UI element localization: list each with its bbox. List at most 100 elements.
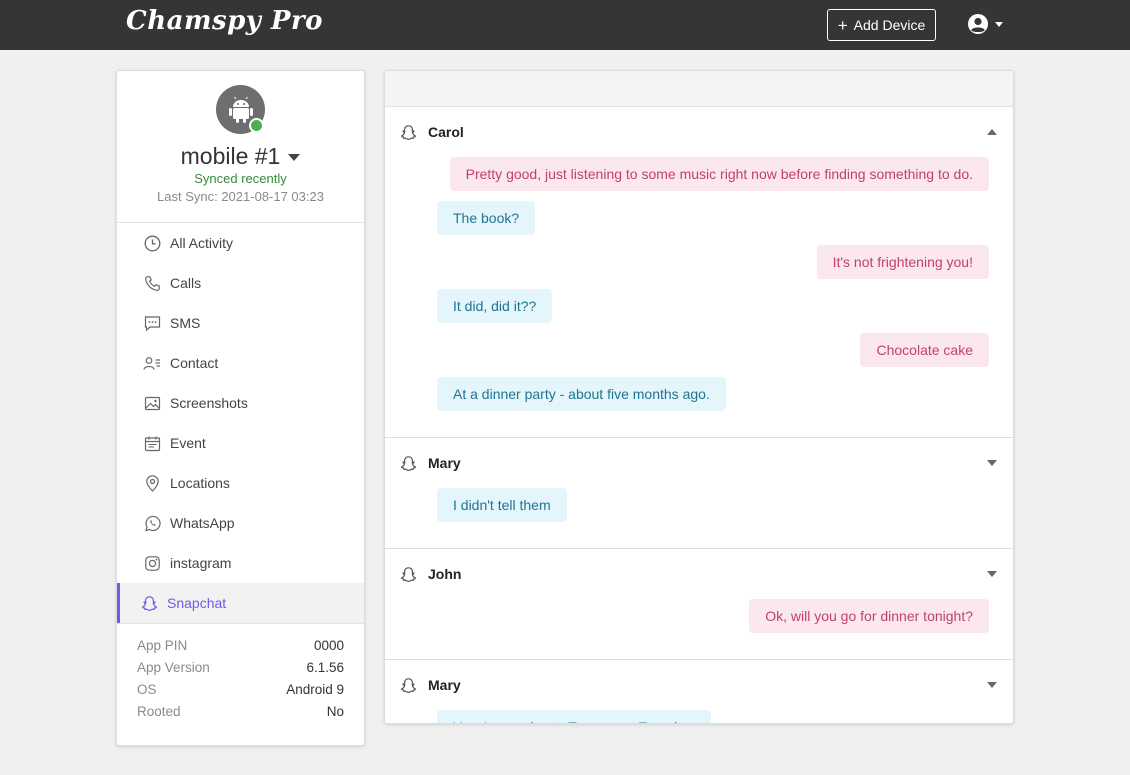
online-status-dot <box>249 118 264 133</box>
contact-name: Mary <box>428 677 461 693</box>
message-list: Yes, I am going to Texas next Tuesday. <box>385 710 1013 723</box>
chevron-down-icon[interactable] <box>987 571 997 577</box>
sidebar-item-event[interactable]: Event <box>117 423 364 463</box>
snapchat-icon <box>140 594 158 612</box>
snapchat-icon <box>400 676 418 694</box>
chevron-up-icon[interactable] <box>987 129 997 135</box>
sidebar-item-snapchat[interactable]: Snapchat <box>117 583 364 623</box>
info-row-app-version: App Version 6.1.56 <box>137 660 344 682</box>
clock-icon <box>143 234 161 252</box>
location-pin-icon <box>143 474 161 492</box>
conversation: Carol Pretty good, just listening to som… <box>385 107 1013 438</box>
snapchat-conversations-panel: Carol Pretty good, just listening to som… <box>384 70 1014 724</box>
incoming-message: I didn't tell them <box>437 488 567 522</box>
snapchat-icon <box>400 123 418 141</box>
message-row: Ok, will you go for dinner tonight? <box>437 599 989 633</box>
info-label: OS <box>137 682 157 697</box>
last-sync: Last Sync: 2021-08-17 03:23 <box>157 189 324 204</box>
message-list: Pretty good, just listening to some musi… <box>385 157 1013 437</box>
sidebar-item-screenshots[interactable]: Screenshots <box>117 383 364 423</box>
sidebar-item-label: WhatsApp <box>170 515 235 531</box>
panel-header <box>385 71 1013 107</box>
instagram-icon <box>143 554 161 572</box>
sidebar-item-whatsapp[interactable]: WhatsApp <box>117 503 364 543</box>
conversation-header[interactable]: John <box>385 549 1013 599</box>
contact-name: Mary <box>428 455 461 471</box>
message-row: Chocolate cake <box>437 333 989 367</box>
message-row: At a dinner party - about five months ag… <box>437 377 989 411</box>
info-row-rooted: Rooted No <box>137 704 344 726</box>
message-row: The book? <box>437 201 989 235</box>
incoming-message: At a dinner party - about five months ag… <box>437 377 726 411</box>
incoming-message: It did, did it?? <box>437 289 553 323</box>
top-navbar: Chamspy Pro + Add Device <box>0 0 1130 50</box>
contact-name: Carol <box>428 124 464 140</box>
sidebar-item-label: SMS <box>170 315 201 331</box>
sidebar-item-sms[interactable]: SMS <box>117 303 364 343</box>
info-row-app-pin: App PIN 0000 <box>137 638 344 660</box>
sidebar-item-label: Event <box>170 435 206 451</box>
device-header: mobile #1 Synced recently Last Sync: 202… <box>117 71 364 223</box>
message-row: Pretty good, just listening to some musi… <box>437 157 989 191</box>
sidebar-nav: All Activity Calls SMS Contact Screensho… <box>117 223 364 623</box>
sidebar-item-locations[interactable]: Locations <box>117 463 364 503</box>
info-value: 0000 <box>313 638 344 653</box>
sidebar-item-label: All Activity <box>170 235 234 251</box>
info-label: Rooted <box>137 704 181 719</box>
contact-icon <box>143 354 161 372</box>
user-avatar-icon <box>968 14 988 34</box>
incoming-message: Yes, I am going to Texas next Tuesday. <box>437 710 711 723</box>
message-row: I didn't tell them <box>437 488 989 522</box>
whatsapp-icon <box>143 514 161 532</box>
chevron-down-icon <box>288 154 301 161</box>
device-name: mobile #1 <box>180 143 281 169</box>
info-value: No <box>326 704 344 719</box>
device-sidebar: mobile #1 Synced recently Last Sync: 202… <box>116 70 365 746</box>
image-icon <box>143 394 161 412</box>
add-device-label: Add Device <box>853 17 926 33</box>
message-row: It did, did it?? <box>437 289 989 323</box>
outgoing-message: Pretty good, just listening to some musi… <box>449 157 989 191</box>
conversation-header[interactable]: Mary <box>385 438 1013 488</box>
sync-status: Synced recently <box>194 171 287 186</box>
plus-icon: + <box>837 15 848 35</box>
chevron-down-icon <box>995 21 1003 27</box>
sidebar-item-all-activity[interactable]: All Activity <box>117 223 364 263</box>
message-row: Yes, I am going to Texas next Tuesday. <box>437 710 989 723</box>
info-label: App Version <box>137 660 210 675</box>
outgoing-message: Chocolate cake <box>860 333 989 367</box>
device-info: App PIN 0000 App Version 6.1.56 OS Andro… <box>117 623 364 726</box>
sidebar-item-label: Snapchat <box>167 595 227 611</box>
device-selector[interactable]: mobile #1 <box>117 143 364 170</box>
sidebar-item-label: Locations <box>170 475 230 491</box>
conversation: John Ok, will you go for dinner tonight? <box>385 549 1013 660</box>
message-list: I didn't tell them <box>385 488 1013 548</box>
conversation-header[interactable]: Carol <box>385 107 1013 157</box>
calendar-icon <box>143 434 161 452</box>
sidebar-item-instagram[interactable]: instagram <box>117 543 364 583</box>
chevron-down-icon[interactable] <box>987 460 997 466</box>
sidebar-item-label: Screenshots <box>170 395 248 411</box>
sidebar-item-label: instagram <box>170 555 232 571</box>
message-list: Ok, will you go for dinner tonight? <box>385 599 1013 659</box>
outgoing-message: Ok, will you go for dinner tonight? <box>749 599 989 633</box>
info-value: 6.1.56 <box>306 660 344 675</box>
add-device-button[interactable]: + Add Device <box>827 9 936 41</box>
conversation: Mary Yes, I am going to Texas next Tuesd… <box>385 660 1013 723</box>
sidebar-item-contact[interactable]: Contact <box>117 343 364 383</box>
chevron-down-icon[interactable] <box>987 682 997 688</box>
sidebar-item-calls[interactable]: Calls <box>117 263 364 303</box>
info-value: Android 9 <box>286 682 344 697</box>
snapchat-icon <box>400 565 418 583</box>
chat-icon <box>143 314 161 332</box>
sidebar-item-label: Contact <box>170 355 219 371</box>
sidebar-item-label: Calls <box>170 275 202 291</box>
user-menu[interactable] <box>967 13 1003 35</box>
brand-logo[interactable]: Chamspy Pro <box>126 6 323 36</box>
info-row-os: OS Android 9 <box>137 682 344 704</box>
outgoing-message: It's not frightening you! <box>816 245 989 279</box>
conversation-header[interactable]: Mary <box>385 660 1013 710</box>
info-label: App PIN <box>137 638 188 653</box>
contact-name: John <box>428 566 462 582</box>
message-row: It's not frightening you! <box>437 245 989 279</box>
